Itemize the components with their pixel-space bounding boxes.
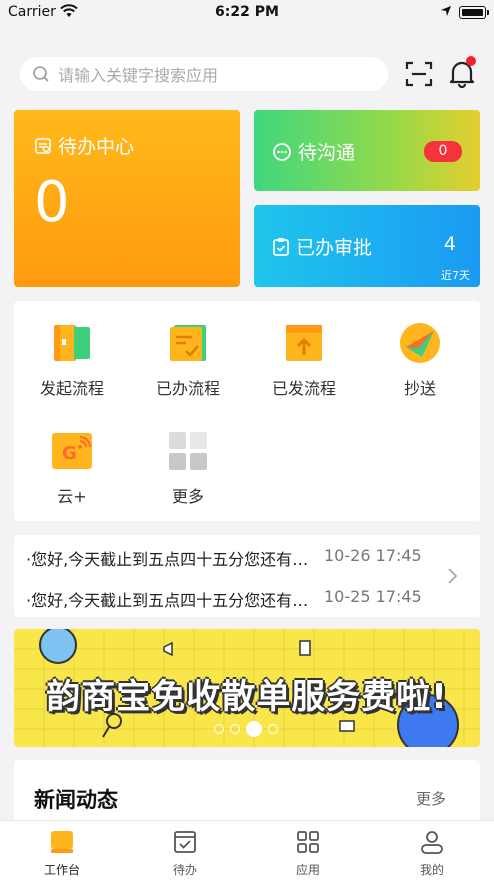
notice-time: 10-25 17:45 — [324, 587, 422, 606]
approved-card[interactable]: 已办审批 4 近7天 — [254, 205, 480, 287]
app-cloud-plus[interactable]: G 云+ — [14, 429, 130, 507]
search-icon — [32, 65, 50, 83]
profile-icon — [387, 829, 477, 855]
app-label: 发起流程 — [39, 379, 104, 398]
pending-communication-title: 待沟通 — [298, 142, 356, 164]
app-label: 已办流程 — [155, 379, 220, 398]
notice-text: ·您好,今天截止到五点四十五分您还有未处理的待办 — [26, 550, 316, 569]
todo-doc-icon — [34, 137, 52, 155]
done-process-icon — [166, 321, 210, 365]
pending-communication-card[interactable]: 待沟通 0 — [254, 110, 480, 191]
status-bar: Carrier 6:22 PM — [0, 0, 494, 26]
svg-text:G: G — [62, 443, 77, 464]
search-placeholder: 请输入关键字搜索应用 — [58, 66, 219, 85]
todo-icon — [140, 829, 230, 855]
app-more[interactable]: 更多 — [130, 429, 246, 507]
app-start-process[interactable]: 发起流程 — [14, 321, 130, 399]
notification-badge — [466, 56, 476, 66]
location-arrow-icon — [440, 5, 452, 21]
approved-count: 4 — [443, 233, 456, 255]
battery-icon — [459, 6, 489, 19]
tab-label: 工作台 — [43, 863, 80, 877]
tab-workbench[interactable]: 工作台 — [17, 829, 107, 878]
communication-count-badge: 0 — [424, 141, 462, 162]
clipboard-check-icon — [272, 237, 290, 257]
app-label: 更多 — [171, 487, 204, 506]
clock: 6:22 PM — [215, 4, 279, 20]
app-sent-process[interactable]: 已发流程 — [246, 321, 362, 399]
app-label: 已发流程 — [271, 379, 336, 398]
cloud-plus-icon: G — [50, 429, 94, 473]
app-done-process[interactable]: 已办流程 — [130, 321, 246, 399]
todo-center-title: 待办中心 — [58, 136, 135, 158]
cc-icon — [398, 321, 442, 365]
tab-label: 我的 — [419, 863, 444, 877]
notice-text: ·您好,今天截止到五点四十五分您还有未处理的待办 — [26, 591, 316, 610]
chevron-right-icon[interactable] — [446, 567, 458, 589]
tab-profile[interactable]: 我的 — [387, 829, 477, 878]
tab-label: 待办 — [172, 863, 197, 877]
chat-bubble-icon — [272, 142, 292, 162]
app-cc[interactable]: 抄送 — [362, 321, 478, 399]
news-more-link[interactable]: 更多 — [416, 788, 446, 809]
app-label: 抄送 — [403, 379, 436, 398]
sent-process-icon — [282, 321, 326, 365]
workbench-icon — [17, 829, 107, 855]
carousel-dot[interactable] — [230, 724, 240, 734]
carousel-dot-active[interactable] — [246, 721, 262, 737]
notice-panel[interactable]: ·您好,今天截止到五点四十五分您还有未处理的待办 10-26 17:45 ·您好… — [14, 535, 480, 617]
carousel-dot[interactable] — [214, 724, 224, 734]
notice-time: 10-26 17:45 — [324, 546, 422, 565]
promo-banner[interactable]: 韵商宝免收散单服务费啦! — [14, 629, 480, 747]
more-grid-icon — [166, 429, 210, 473]
search-input[interactable]: 请输入关键字搜索应用 — [20, 57, 388, 91]
apps-icon — [263, 829, 353, 855]
tab-label: 应用 — [295, 863, 320, 877]
banner-text: 韵商宝免收散单服务费啦! — [46, 677, 448, 717]
tab-apps[interactable]: 应用 — [263, 829, 353, 878]
app-label: 云+ — [57, 487, 87, 506]
apps-panel: 发起流程 已办流程 已发流程 抄送 G 云+ 更多 — [14, 301, 480, 521]
bottom-tab-bar: 工作台 待办 应用 我的 — [0, 820, 494, 880]
approved-title: 已办审批 — [296, 237, 373, 259]
todo-count: 0 — [34, 170, 70, 235]
news-title: 新闻动态 — [34, 788, 118, 812]
scan-icon[interactable] — [405, 61, 433, 91]
tab-todo[interactable]: 待办 — [140, 829, 230, 878]
carousel-dot[interactable] — [268, 724, 278, 734]
start-process-icon — [50, 321, 94, 365]
todo-center-card[interactable]: 待办中心 0 — [14, 110, 240, 287]
carousel-dots — [214, 721, 284, 737]
approved-period: 近7天 — [441, 269, 470, 282]
